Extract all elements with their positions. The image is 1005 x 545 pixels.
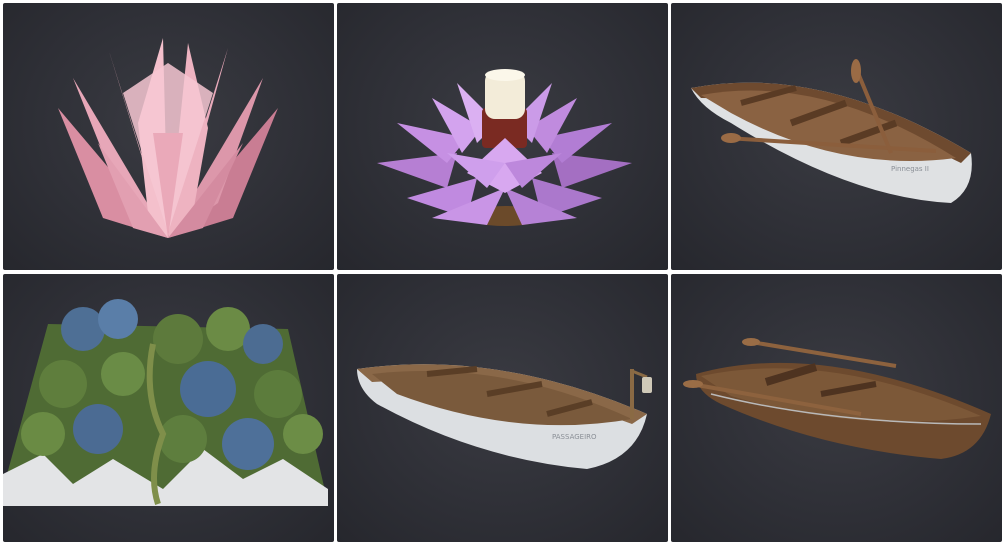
- pink-lotus-image: [58, 38, 278, 238]
- tile-rowboat-oars: Pinnegas II: [671, 3, 1002, 270]
- terrain-image: [3, 299, 328, 506]
- svg-text:PASSAGEIRO: PASSAGEIRO: [552, 433, 597, 441]
- tile-rowboat-lantern: PASSAGEIRO: [337, 274, 668, 542]
- image-grid: Pinnegas II PASSAGEIRO: [0, 0, 1005, 545]
- svg-text:Pinnegas II: Pinnegas II: [891, 165, 929, 173]
- purple-lotus-image: [377, 69, 632, 226]
- rowboat-lantern-image: PASSAGEIRO: [357, 364, 652, 469]
- tile-pink-lotus: [3, 3, 334, 270]
- tile-mountain-terrain: [3, 274, 334, 542]
- wooden-rowboat-image: [683, 338, 991, 459]
- rowboat-oars-image: Pinnegas II: [691, 59, 972, 203]
- tile-purple-lotus-candle: [337, 3, 668, 270]
- tile-wooden-rowboat: [671, 274, 1002, 542]
